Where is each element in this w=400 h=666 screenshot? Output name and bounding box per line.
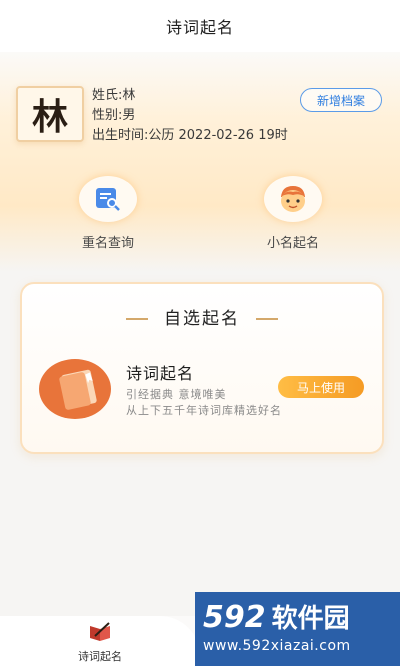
poetry-naming-tagline: 引经据典 意境唯美 (126, 388, 227, 401)
gender-line: 性别:男 (92, 108, 136, 123)
watermark-brand: 592 软件园 (203, 598, 350, 635)
feature-label: 小名起名 (266, 236, 319, 251)
heading-divider-right (256, 318, 278, 320)
poetry-naming-title: 诗词起名 (126, 364, 195, 383)
watermark-number: 592 (203, 600, 266, 635)
duplicate-name-check-button[interactable]: 重名查询 (63, 176, 153, 251)
poetry-naming-description: 从上下五千年诗词库精选好名 (126, 404, 282, 417)
child-face-icon (264, 176, 322, 222)
site-watermark: 592 软件园 www.592xiazai.com (195, 592, 400, 666)
surname-avatar: 林 (16, 86, 84, 142)
tab-poetry-naming[interactable]: 诗词起名 (0, 622, 200, 664)
search-document-icon (79, 176, 137, 222)
watermark-brand-text: 软件园 (271, 604, 350, 634)
birth-line: 出生时间:公历 2022-02-26 19时 (92, 128, 288, 143)
watermark-url: www.592xiazai.com (203, 638, 351, 654)
heading-divider-left (126, 318, 148, 320)
profile-hero-background (0, 52, 400, 272)
page-title: 诗词起名 (165, 18, 234, 37)
tab-label: 诗词起名 (78, 650, 122, 663)
new-record-button[interactable]: 新增档案 (300, 88, 382, 112)
card-heading: 自选起名 (22, 304, 382, 329)
surname-line: 姓氏:林 (92, 88, 136, 103)
card-heading-text: 自选起名 (164, 309, 240, 329)
feature-label: 重名查询 (81, 236, 134, 251)
poetry-book-icon (38, 358, 112, 424)
use-now-button[interactable]: 马上使用 (278, 376, 364, 398)
pen-book-icon (90, 622, 110, 641)
profile-info: 姓氏:林 性别:男 出生时间:公历 2022-02-26 19时 (92, 86, 288, 146)
surname-char: 林 (31, 96, 68, 138)
custom-naming-card: 自选起名 诗词起名 引经据典 意境唯美 从上下五千年诗词库精选好名 马上使用 (20, 282, 384, 454)
nickname-naming-button[interactable]: 小名起名 (248, 176, 338, 251)
top-bar: 诗词起名 (0, 0, 400, 52)
